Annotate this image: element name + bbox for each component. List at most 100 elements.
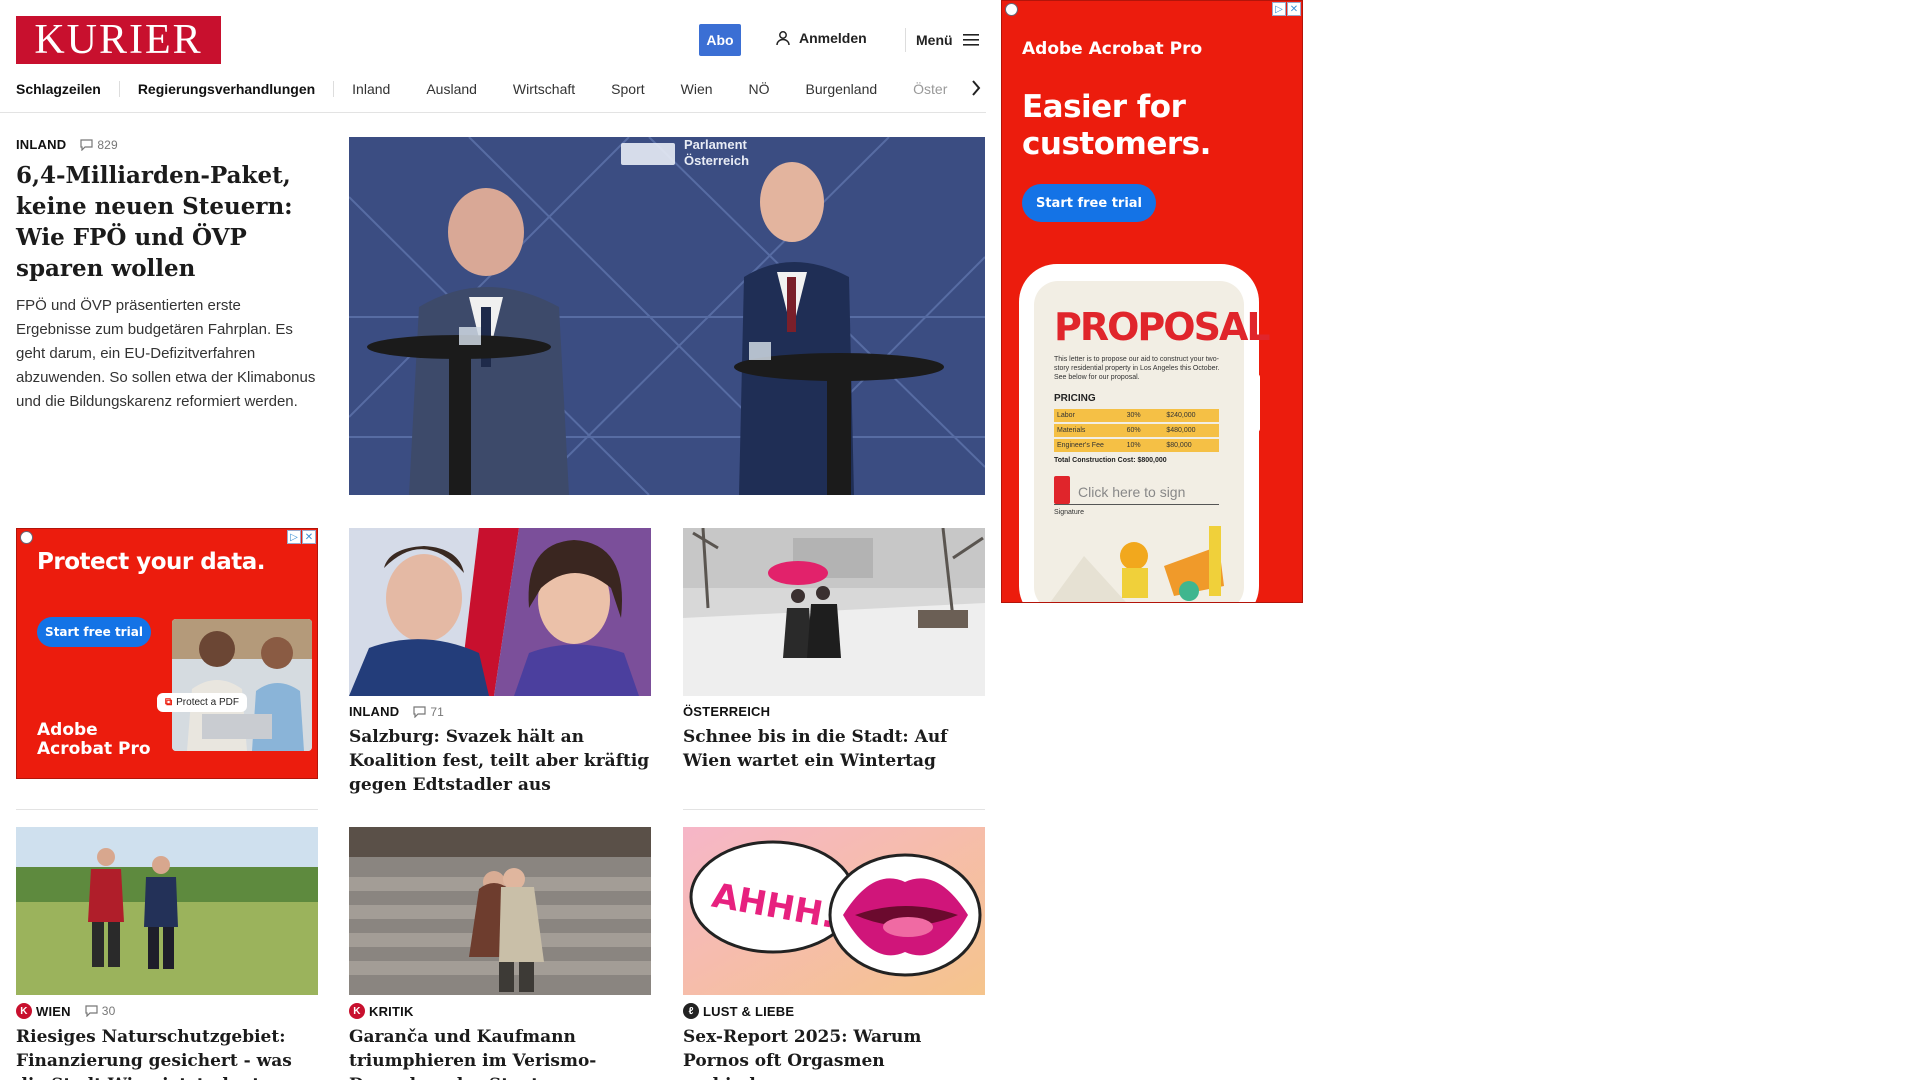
ad-small-brand: Adobe Acrobat Pro	[37, 721, 151, 759]
comment-icon	[80, 138, 93, 151]
article-headline[interactable]: Sex-Report 2025: Warum Pornos oft Orgasm…	[683, 1025, 985, 1080]
close-icon[interactable]: ✕	[1287, 2, 1301, 16]
proposal-document: PROPOSAL This letter is to propose our a…	[1034, 281, 1271, 602]
row-divider	[16, 809, 318, 810]
article-card[interactable]: ÖSTERREICH Schnee bis in die Stadt: Auf …	[683, 528, 985, 773]
article-category[interactable]: INLAND	[349, 704, 399, 719]
ad-small-brand-line2: Acrobat Pro	[37, 739, 151, 759]
nav-item-schlagzeilen[interactable]: Schlagzeilen	[16, 81, 120, 97]
nav-item-sport[interactable]: Sport	[593, 81, 662, 97]
ad-large-title-line1: Easier for	[1022, 89, 1186, 125]
adchoices-icon[interactable]: ▷	[287, 530, 301, 544]
pricing-table: Labor 30% $240,000 Materials 60% $480,00…	[1054, 409, 1219, 452]
article-comment-count[interactable]: 71	[413, 705, 444, 719]
article-headline[interactable]: Salzburg: Svazek hält an Koalition fest,…	[349, 725, 651, 797]
article-card[interactable]: K KRITIK Garanča und Kaufmann triumphie­…	[349, 827, 651, 1080]
nav-scroll-right-button[interactable]	[966, 78, 986, 98]
article-card[interactable]: AHHH.. ℓ LUST & LIEBE Sex-Report 2025: W…	[683, 827, 985, 1080]
ad-privacy-icon[interactable]	[20, 531, 33, 544]
lead-category[interactable]: INLAND	[16, 137, 66, 152]
close-icon[interactable]: ✕	[302, 530, 316, 544]
article-kicker: K WIEN 30	[16, 1003, 318, 1019]
lead-teaser: FPÖ und ÖVP präsentierten erste Ergebnis…	[16, 297, 316, 410]
pricing-row-amount: $80,000	[1166, 442, 1192, 449]
ad-choices[interactable]: ▷ ✕	[287, 530, 316, 544]
login-button[interactable]: Anmelden	[775, 30, 867, 46]
lead-kicker: INLAND 829	[16, 137, 318, 152]
nav-item-oesterreich[interactable]: Öster	[895, 81, 965, 97]
adobe-ad-large[interactable]: ▷ ✕ Adobe Acrobat Pro Easier for custome…	[1001, 0, 1303, 603]
article-kicker: INLAND 71	[349, 704, 651, 719]
construction-illustration	[1050, 526, 1224, 602]
pricing-row: Labor 30% $240,000	[1054, 409, 1219, 422]
nav-item-wien[interactable]: Wien	[663, 81, 731, 97]
ad-privacy-icon[interactable]	[1005, 3, 1018, 16]
user-icon	[776, 31, 790, 46]
nav-item-noe[interactable]: NÖ	[731, 81, 788, 97]
ad-small-brand-line1: Adobe	[37, 720, 98, 740]
pdf-icon: ⧉	[165, 697, 173, 708]
adchoices-icon[interactable]: ▷	[1272, 2, 1286, 16]
article-image[interactable]	[349, 827, 651, 995]
pricing-row-label: Labor	[1057, 412, 1075, 419]
article-card[interactable]: K WIEN 30 Riesiges Naturschutzgebiet: Fi…	[16, 827, 318, 1080]
proposal-total: Total Construction Cost: $800,000	[1054, 457, 1167, 464]
article-headline[interactable]: Schnee bis in die Stadt: Auf Wien wartet…	[683, 725, 985, 773]
abo-button[interactable]: Abo	[699, 24, 741, 56]
comment-count: 829	[97, 137, 118, 152]
article-kicker: ÖSTERREICH	[683, 704, 985, 719]
comment-icon	[413, 705, 426, 718]
phone-side-button	[1253, 374, 1260, 432]
lead-comment-count[interactable]: 829	[80, 138, 118, 152]
article-headline[interactable]: Riesiges Naturschutzgebiet: Finan­zierun…	[16, 1025, 318, 1080]
nav-item-burgenland[interactable]: Burgenland	[788, 81, 896, 97]
chevron-right-icon	[972, 80, 981, 96]
kurier-logo[interactable]: KURIER	[16, 16, 221, 64]
lead-image[interactable]: Parlament Österreich	[349, 137, 985, 495]
section-nav: Schlagzeilen Regierungsverhandlungen Inl…	[16, 76, 986, 102]
kurier-plus-icon: K	[349, 1003, 365, 1019]
lust-liebe-icon: ℓ	[683, 1003, 699, 1019]
article-card[interactable]: INLAND 71 Salzburg: Svazek hält an Koali…	[349, 528, 651, 797]
comment-count: 30	[101, 1004, 116, 1018]
pricing-row-label: Engineer's Fee	[1057, 442, 1104, 449]
nav-item-wirtschaft[interactable]: Wirtschaft	[495, 81, 593, 97]
proposal-title: PROPOSAL	[1054, 305, 1271, 349]
nav-item-inland[interactable]: Inland	[334, 81, 408, 97]
lead-image-caption: Parlament	[684, 137, 748, 152]
article-image[interactable]	[16, 827, 318, 995]
ad-small-title: Protect your data.	[37, 549, 266, 575]
login-label: Anmelden	[799, 30, 867, 46]
sign-placeholder[interactable]: Click here to sign	[1078, 484, 1185, 500]
article-image[interactable]: AHHH..	[683, 827, 985, 995]
header-divider	[0, 112, 986, 113]
kurier-plus-icon: K	[16, 1003, 32, 1019]
menu-button[interactable]: Menü	[905, 28, 979, 52]
article-comment-count[interactable]: 30	[85, 1004, 116, 1018]
adobe-ad-small[interactable]: ▷ ✕ Protect your data. Start free trial …	[16, 528, 318, 779]
article-category[interactable]: ÖSTERREICH	[683, 704, 770, 719]
pricing-row-pct: 30%	[1126, 412, 1141, 419]
ad-small-cta[interactable]: Start free trial	[37, 617, 151, 647]
acrobat-sign-icon	[1054, 476, 1070, 504]
lead-article[interactable]: INLAND 829 6,4-Milliarden-Paket, keine n…	[16, 137, 318, 414]
pricing-row-pct: 60%	[1126, 427, 1141, 434]
article-kicker: ℓ LUST & LIEBE	[683, 1003, 985, 1019]
pricing-label: PRICING	[1054, 393, 1096, 404]
article-category[interactable]: WIEN	[36, 1004, 71, 1019]
ad-large-cta[interactable]: Start free trial	[1022, 184, 1156, 222]
ad-choices[interactable]: ▷ ✕	[1272, 2, 1301, 16]
nav-item-ausland[interactable]: Ausland	[408, 81, 495, 97]
signature-label: Signature	[1054, 509, 1084, 516]
nav-item-regierungsverhandlungen[interactable]: Regierungsverhandlungen	[120, 81, 335, 97]
article-image[interactable]	[683, 528, 985, 696]
article-headline[interactable]: Garanča und Kaufmann triumphie­ren im Ve…	[349, 1025, 651, 1080]
article-kicker: K KRITIK	[349, 1003, 651, 1019]
comment-count: 71	[430, 704, 445, 719]
article-category[interactable]: LUST & LIEBE	[703, 1004, 794, 1019]
lead-headline[interactable]: 6,4-Milliarden-Paket, keine neuen Steuer…	[16, 160, 318, 284]
article-image[interactable]	[349, 528, 651, 696]
article-category[interactable]: KRITIK	[369, 1004, 414, 1019]
pricing-row: Materials 60% $480,000	[1054, 424, 1219, 437]
pricing-row-amount: $480,000	[1166, 427, 1196, 434]
